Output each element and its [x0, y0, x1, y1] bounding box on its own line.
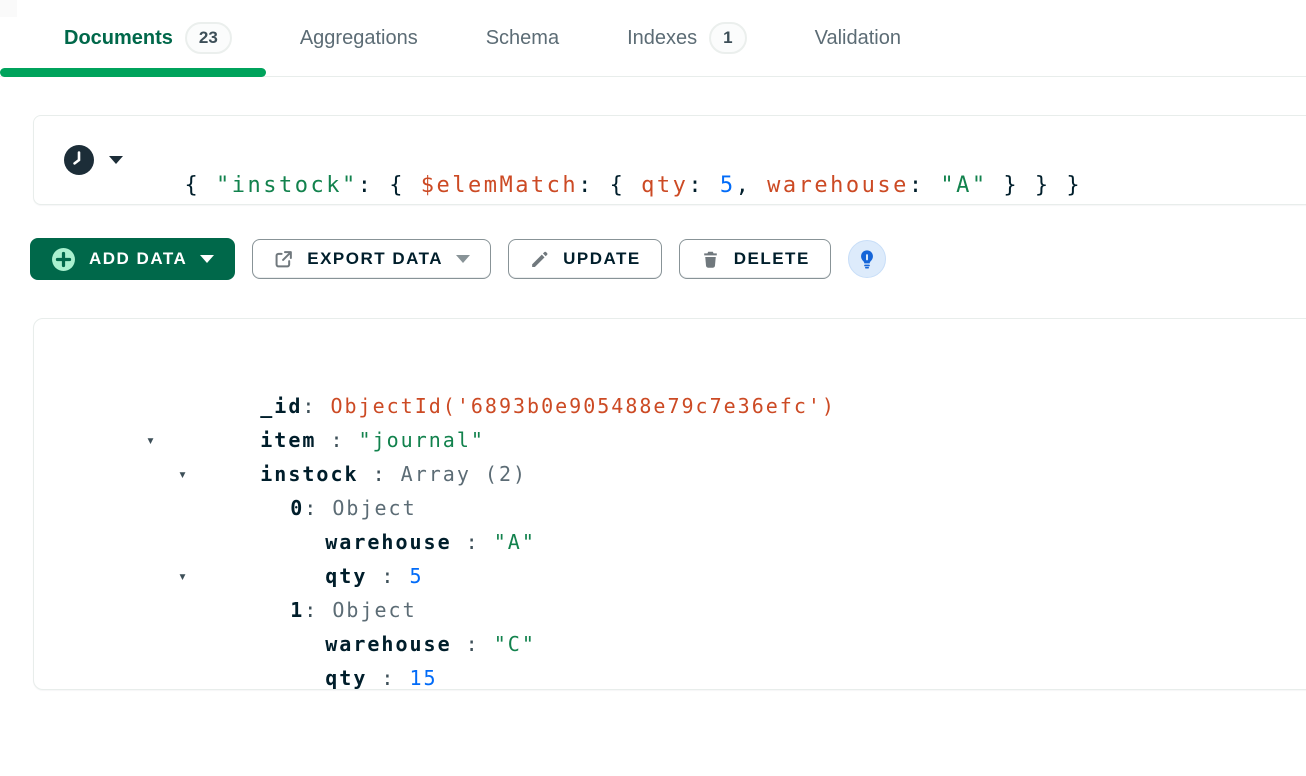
- plus-circle-icon: [51, 247, 76, 272]
- tab-label: Aggregations: [300, 27, 418, 50]
- document-row: qty : 15: [34, 627, 1306, 661]
- lightbulb-icon: [856, 248, 878, 270]
- delete-button[interactable]: DELETE: [679, 239, 831, 279]
- pencil-icon: [529, 249, 550, 270]
- tab-bar: Documents 23 Aggregations Schema Indexes…: [0, 0, 1306, 77]
- field-value[interactable]: 15: [410, 666, 438, 690]
- tab-validation[interactable]: Validation: [781, 0, 935, 76]
- query-token: {: [610, 173, 642, 198]
- tab-count-badge: 23: [185, 22, 232, 54]
- export-data-label: EXPORT DATA: [307, 249, 443, 269]
- query-token: {: [389, 173, 421, 198]
- tab-label: Indexes: [627, 27, 697, 50]
- tab-documents[interactable]: Documents 23: [0, 0, 266, 76]
- query-token: warehouse: [767, 173, 909, 198]
- tab-schema[interactable]: Schema: [452, 0, 593, 76]
- clock-icon: [63, 144, 95, 176]
- tab-label: Documents: [64, 27, 173, 50]
- add-data-label: ADD DATA: [89, 249, 187, 269]
- query-input[interactable]: { "instock": { $elemMatch: { qty: 5, war…: [153, 123, 1082, 198]
- document-row: ▾0: Object: [34, 457, 1306, 491]
- document-row: _id: ObjectId('6893b0e905488e79c7e36efc'…: [34, 355, 1306, 389]
- query-token: 5: [720, 173, 736, 198]
- query-token: "A": [940, 173, 987, 198]
- query-token: :: [578, 173, 610, 198]
- document-row: ▾instock : Array (2): [34, 423, 1306, 457]
- export-icon: [273, 249, 294, 270]
- add-data-button[interactable]: ADD DATA: [30, 238, 235, 280]
- document-row: warehouse : "C": [34, 593, 1306, 627]
- chevron-down-icon: [456, 255, 470, 263]
- field-key: qty: [325, 666, 367, 690]
- tab-label: Validation: [815, 27, 901, 50]
- field-separator: :: [367, 666, 409, 690]
- query-token: :: [688, 173, 720, 198]
- chevron-down-icon: [200, 255, 214, 263]
- tab-active-underline: [0, 68, 266, 77]
- chevron-down-icon: [109, 156, 123, 164]
- query-token: } } }: [988, 173, 1082, 198]
- export-data-button[interactable]: EXPORT DATA: [252, 239, 491, 279]
- update-label: UPDATE: [563, 249, 641, 269]
- document-card: _id: ObjectId('6893b0e905488e79c7e36efc'…: [33, 318, 1306, 690]
- query-token: :: [358, 173, 390, 198]
- crud-toolbar: ADD DATA EXPORT DATA UPDATE DELETE: [30, 238, 1306, 280]
- expand-caret-icon[interactable]: ▾: [146, 423, 155, 457]
- query-token: $elemMatch: [421, 173, 578, 198]
- tab-indexes[interactable]: Indexes 1: [593, 0, 781, 76]
- query-token: {: [185, 173, 217, 198]
- tab-label: Schema: [486, 27, 559, 50]
- document-row: item : "journal": [34, 389, 1306, 423]
- insights-button[interactable]: [848, 240, 886, 278]
- trash-icon: [700, 249, 721, 270]
- document-row: qty : 5: [34, 525, 1306, 559]
- query-token: "instock": [216, 173, 358, 198]
- document-row: warehouse : "A": [34, 491, 1306, 525]
- update-button[interactable]: UPDATE: [508, 239, 662, 279]
- expand-caret-icon[interactable]: ▾: [178, 559, 187, 593]
- tab-count-badge: 1: [709, 22, 746, 54]
- query-bar[interactable]: { "instock": { $elemMatch: { qty: 5, war…: [33, 115, 1306, 205]
- query-token: qty: [641, 173, 688, 198]
- expand-caret-icon[interactable]: ▾: [178, 457, 187, 491]
- query-token: ,: [736, 173, 768, 198]
- tab-aggregations[interactable]: Aggregations: [266, 0, 452, 76]
- document-row: ▾1: Object: [34, 559, 1306, 593]
- query-history-button[interactable]: [63, 144, 123, 176]
- query-token: :: [909, 173, 941, 198]
- delete-label: DELETE: [734, 249, 810, 269]
